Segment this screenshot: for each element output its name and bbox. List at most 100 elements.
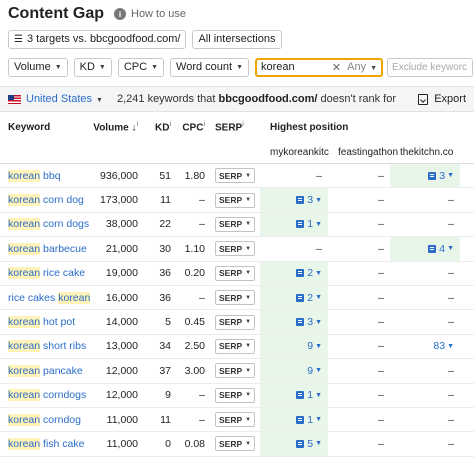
- keyword-cell[interactable]: korean corn dogs: [0, 218, 90, 231]
- serp-button[interactable]: SERP ▼: [215, 290, 256, 306]
- volume-cell: 13,000: [105, 340, 138, 353]
- targets-button[interactable]: ☰ 3 targets vs. bbcgoodfood.com/: [8, 29, 187, 49]
- kd-cell: 11: [160, 413, 171, 426]
- table-row: korean fish cake 11,000 0 0.08 SERP ▼ 5 ▼…: [0, 432, 474, 457]
- competitor-2-header[interactable]: feastingathon: [338, 147, 400, 158]
- export-button[interactable]: Export: [418, 93, 466, 105]
- competitor-3-header[interactable]: thekitchn.co: [400, 147, 470, 158]
- keyword-match: korean: [8, 218, 41, 231]
- info-icon: i: [242, 120, 244, 128]
- keyword-cell[interactable]: korean pancake: [0, 364, 90, 377]
- keyword-cell[interactable]: korean hot pot: [0, 316, 90, 329]
- keyword-cell[interactable]: korean corndog: [0, 413, 90, 426]
- exclude-keyword-input[interactable]: Exclude keyworc: [387, 57, 474, 77]
- chevron-down-icon: ▼: [245, 392, 252, 399]
- keyword-link[interactable]: korean corndog: [8, 413, 81, 426]
- chevron-down-icon[interactable]: ▼: [315, 343, 322, 350]
- country-dropdown[interactable]: United States ▼: [26, 93, 103, 105]
- keyword-cell[interactable]: korean barbecue: [0, 242, 90, 255]
- keyword-link[interactable]: korean hot pot: [8, 316, 75, 329]
- keyword-link[interactable]: korean bbq: [8, 169, 61, 182]
- serp-button[interactable]: SERP ▼: [215, 387, 256, 403]
- serp-button[interactable]: SERP ▼: [215, 314, 256, 330]
- keyword-link[interactable]: korean pancake: [8, 364, 83, 377]
- chevron-down-icon[interactable]: ▼: [315, 197, 322, 204]
- serp-button[interactable]: SERP ▼: [215, 216, 256, 232]
- keyword-link[interactable]: korean barbecue: [8, 242, 87, 255]
- clear-icon[interactable]: ✕: [332, 61, 341, 74]
- volume-cell: 11,000: [106, 413, 138, 426]
- serp-button[interactable]: SERP ▼: [215, 265, 256, 281]
- chevron-down-icon[interactable]: ▼: [315, 440, 322, 447]
- help-link[interactable]: i How to use: [114, 8, 186, 20]
- serp-button[interactable]: SERP ▼: [215, 338, 256, 354]
- search-input[interactable]: korean: [261, 61, 332, 73]
- intersections-dropdown[interactable]: All intersections: [192, 29, 282, 49]
- include-keyword-search[interactable]: korean ✕ Any ▼: [255, 57, 384, 77]
- serp-cell: SERP ▼: [205, 168, 260, 184]
- chevron-down-icon: ▼: [245, 172, 252, 179]
- cpc-cell: 1.80: [184, 169, 205, 182]
- serp-button[interactable]: SERP ▼: [215, 363, 256, 379]
- keyword-header[interactable]: Keyword: [0, 122, 90, 133]
- cpc-filter[interactable]: CPC ▼: [117, 57, 165, 77]
- kd-filter[interactable]: KD ▼: [73, 57, 112, 77]
- keyword-cell[interactable]: korean rice cake: [0, 267, 90, 280]
- word-count-filter[interactable]: Word count ▼: [170, 57, 250, 77]
- match-mode-dropdown[interactable]: Any ▼: [347, 61, 377, 73]
- volume-filter[interactable]: Volume ▼: [8, 57, 68, 77]
- table-row: korean corndog 11,000 11 – SERP ▼ 1 ▼ – –: [0, 407, 474, 433]
- keyword-link[interactable]: rice cakes korean: [8, 291, 91, 304]
- serp-feature-icon: [296, 415, 305, 424]
- keyword-link[interactable]: korean fish cake: [8, 437, 85, 450]
- keyword-link[interactable]: korean corn dog: [8, 194, 84, 207]
- chevron-down-icon[interactable]: ▼: [447, 172, 454, 179]
- keyword-cell[interactable]: korean bbq: [0, 169, 90, 182]
- kd-header[interactable]: KDi: [138, 121, 171, 133]
- chevron-down-icon[interactable]: ▼: [447, 343, 454, 350]
- serp-cell: SERP ▼: [205, 314, 260, 330]
- keyword-cell[interactable]: korean corndogs: [0, 389, 90, 402]
- position-cell-3: –: [390, 310, 460, 333]
- keyword-link[interactable]: korean corndogs: [8, 389, 86, 402]
- chevron-down-icon[interactable]: ▼: [315, 392, 322, 399]
- volume-cell: 11,000: [106, 437, 138, 450]
- serp-button[interactable]: SERP ▼: [215, 412, 256, 428]
- volume-cell: 14,000: [105, 316, 138, 329]
- chevron-down-icon: ▼: [245, 270, 252, 277]
- keyword-cell[interactable]: korean corn dog: [0, 194, 90, 207]
- keyword-cell[interactable]: korean short ribs: [0, 340, 90, 353]
- cpc-cell: –: [199, 413, 205, 426]
- serp-button[interactable]: SERP ▼: [215, 241, 256, 257]
- keyword-link[interactable]: korean short ribs: [8, 340, 86, 353]
- volume-header[interactable]: Volume ↓i: [90, 121, 138, 133]
- cpc-header[interactable]: CPCi: [171, 121, 205, 133]
- serp-button[interactable]: SERP ▼: [215, 168, 256, 184]
- chevron-down-icon[interactable]: ▼: [447, 245, 454, 252]
- keyword-match: korean: [8, 389, 41, 402]
- chevron-down-icon[interactable]: ▼: [315, 367, 322, 374]
- serp-button[interactable]: SERP ▼: [215, 436, 256, 452]
- keyword-link[interactable]: korean rice cake: [8, 267, 85, 280]
- keyword-suffix: fish cake: [40, 437, 85, 450]
- cpc-cell: 3.00: [184, 364, 205, 377]
- position-value: –: [378, 267, 384, 280]
- position-cell-2: –: [328, 262, 390, 285]
- position-value: –: [378, 291, 384, 304]
- keyword-cell[interactable]: korean fish cake: [0, 437, 90, 450]
- chevron-down-icon[interactable]: ▼: [315, 270, 322, 277]
- keyword-cell[interactable]: rice cakes korean: [0, 291, 91, 304]
- volume-cell: 38,000: [105, 218, 138, 231]
- keyword-link[interactable]: korean corn dogs: [8, 218, 89, 231]
- serp-button[interactable]: SERP ▼: [215, 192, 256, 208]
- chevron-down-icon[interactable]: ▼: [315, 221, 322, 228]
- competitor-1-header[interactable]: mykoreankitc: [270, 147, 338, 158]
- keyword-suffix: barbecue: [40, 242, 87, 255]
- chevron-down-icon[interactable]: ▼: [315, 294, 322, 301]
- serp-button-label: SERP: [219, 243, 243, 254]
- serp-cell: SERP ▼: [205, 387, 260, 403]
- chevron-down-icon[interactable]: ▼: [315, 416, 322, 423]
- keywords-table: Keyword Volume ↓i KDi CPCi SERPi Highest…: [0, 112, 474, 457]
- chevron-down-icon[interactable]: ▼: [315, 319, 322, 326]
- cpc-cell: 0.08: [184, 437, 205, 450]
